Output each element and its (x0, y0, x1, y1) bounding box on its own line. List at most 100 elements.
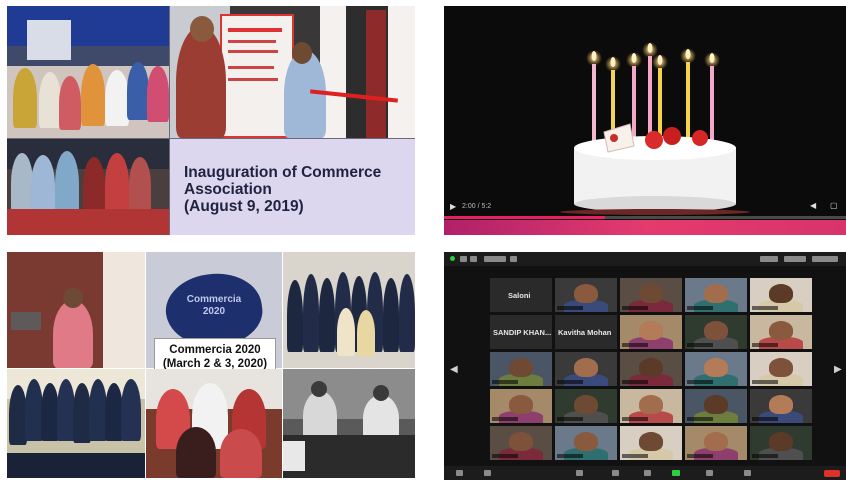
commercia-panel: Commercia 2020 Commercia 2020 (March 2 &… (7, 252, 415, 478)
participant-face (703, 321, 729, 340)
speaker-photo (7, 252, 145, 368)
participants-icon[interactable] (612, 470, 619, 476)
participant-face (638, 284, 664, 303)
audience-photo (7, 6, 169, 138)
commercia-logo-text: Commercia 2020 (186, 294, 242, 317)
participant-tile[interactable] (490, 352, 552, 386)
participant-tile[interactable] (750, 315, 812, 349)
participant-tile[interactable] (555, 352, 617, 386)
participant-name-strip (557, 306, 583, 310)
participant-name-strip (752, 380, 778, 384)
participant-face (768, 395, 794, 414)
seated-audience-photo (7, 139, 169, 235)
participant-tile-kavitha[interactable]: Kavitha Mohan (555, 315, 617, 349)
page-right-icon[interactable]: ▶ (834, 364, 842, 375)
participant-name-strip (622, 343, 648, 347)
page-left-icon[interactable]: ◀ (450, 364, 458, 375)
team-photo (283, 252, 415, 368)
participant-face (768, 432, 794, 451)
participant-face (703, 432, 729, 451)
participant-tile[interactable] (620, 278, 682, 312)
participant-tile[interactable] (555, 389, 617, 423)
participant-name-strip (752, 343, 778, 347)
participant-name-strip (687, 380, 713, 384)
participant-tile[interactable] (685, 426, 747, 460)
student-group-photo (7, 369, 145, 478)
security-icon[interactable] (576, 470, 583, 476)
participant-name-strip (752, 417, 778, 421)
participant-tile[interactable] (750, 426, 812, 460)
participant-tile[interactable] (685, 278, 747, 312)
participant-face (638, 321, 664, 340)
participant-tile[interactable] (620, 389, 682, 423)
fullscreen-icon[interactable]: ▢ (830, 201, 838, 210)
participant-name: Kavitha Mohan (558, 328, 612, 337)
participant-face (703, 284, 729, 303)
participant-face (508, 395, 534, 414)
participant-tile[interactable] (685, 389, 747, 423)
play-icon[interactable]: ▶ (450, 202, 456, 211)
participant-face (768, 284, 794, 303)
participant-tile-sandip[interactable]: SANDIP KHAN... (490, 315, 552, 349)
participant-name-strip (622, 454, 648, 458)
commercia-caption: Commercia 2020 (March 2 & 3, 2020) (162, 344, 268, 370)
participant-face (573, 284, 599, 303)
birthday-video-panel[interactable]: ▶ 2:00 / 5:2 ◀ ▢ (444, 6, 846, 235)
birthday-cake-illustration (560, 42, 750, 215)
end-call-button[interactable] (824, 470, 840, 477)
participant-tile-saloni[interactable]: Saloni (490, 278, 552, 312)
participant-name-strip (687, 417, 713, 421)
ribbon-cutting-photo (170, 6, 415, 138)
participant-face (768, 321, 794, 340)
participant-name: Saloni (508, 291, 531, 300)
participant-tile[interactable] (750, 278, 812, 312)
participant-name-strip (557, 454, 583, 458)
participant-face (573, 395, 599, 414)
participant-face (768, 358, 794, 377)
discussion-photo (146, 369, 282, 478)
participant-name-strip (687, 306, 713, 310)
participant-name-strip (492, 380, 518, 384)
participant-face (573, 432, 599, 451)
reactions-icon[interactable] (744, 470, 751, 476)
participant-tile[interactable] (620, 352, 682, 386)
participant-face (638, 432, 664, 451)
participant-name-strip (557, 380, 583, 384)
participant-tile[interactable] (620, 315, 682, 349)
participant-tile[interactable] (490, 389, 552, 423)
participant-tile[interactable] (555, 278, 617, 312)
participant-tile[interactable] (490, 426, 552, 460)
participant-name-strip (687, 343, 713, 347)
participant-face (573, 358, 599, 377)
participant-name-strip (492, 417, 518, 421)
video-time: 2:00 / 5:2 (462, 203, 492, 210)
record-icon[interactable] (706, 470, 713, 476)
participant-tile[interactable] (750, 389, 812, 423)
mute-icon[interactable] (456, 470, 463, 476)
video-progress-fill (444, 216, 605, 219)
volume-icon[interactable]: ◀ (810, 201, 816, 210)
participant-name-strip (752, 454, 778, 458)
participant-face (638, 358, 664, 377)
participant-face (703, 395, 729, 414)
participant-name-strip (622, 306, 648, 310)
participant-name-strip (752, 306, 778, 310)
participant-name-strip (622, 417, 648, 421)
video-icon[interactable] (484, 470, 491, 476)
video-bottom-strip (444, 220, 846, 235)
inauguration-panel: Inauguration of Commerce Association (Au… (7, 6, 415, 235)
participant-name-strip (492, 454, 518, 458)
share-screen-icon[interactable] (672, 470, 680, 476)
participant-tile[interactable] (555, 426, 617, 460)
participant-face (638, 395, 664, 414)
participant-name-strip (622, 380, 648, 384)
inauguration-caption: Inauguration of Commerce Association (Au… (184, 164, 382, 215)
panel-discussion-photo (283, 369, 415, 478)
zoom-status-dot (450, 256, 455, 261)
participant-tile[interactable] (685, 315, 747, 349)
participant-name-strip (687, 454, 713, 458)
participant-tile[interactable] (685, 352, 747, 386)
chat-icon[interactable] (644, 470, 651, 476)
participant-tile[interactable] (750, 352, 812, 386)
participant-tile[interactable] (620, 426, 682, 460)
